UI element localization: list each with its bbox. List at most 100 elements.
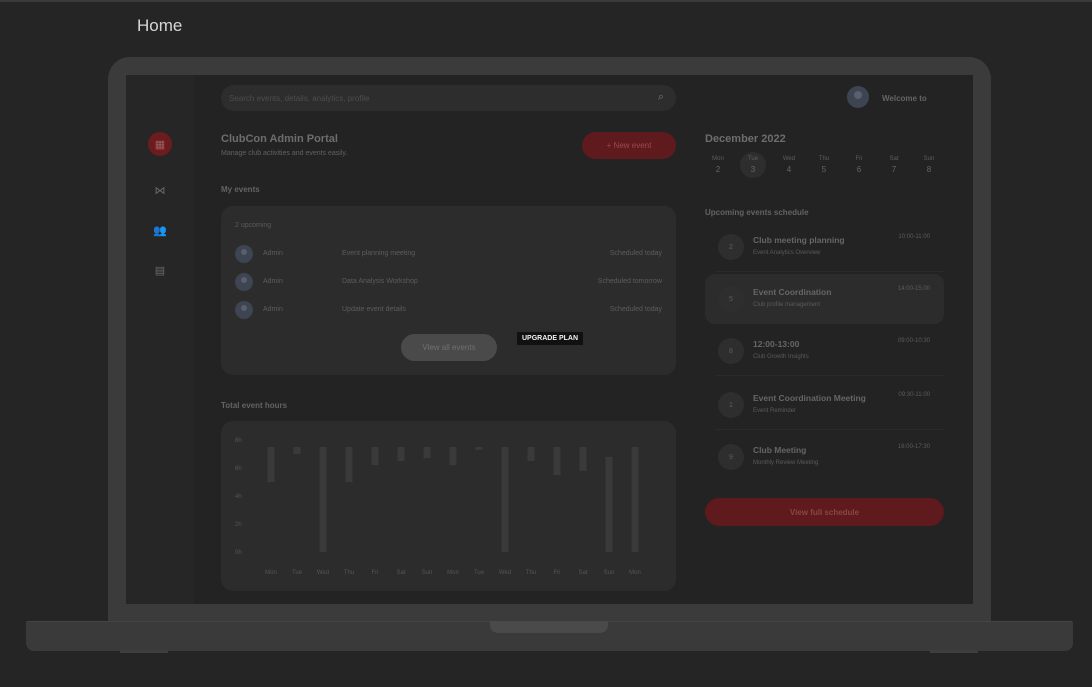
sidebar-item-network[interactable]: ⋈ (148, 178, 172, 202)
chart-bar (267, 447, 275, 482)
top-border (0, 0, 1092, 2)
x-tick-label: Tue (474, 570, 485, 576)
y-tick-label: 0h (235, 550, 242, 556)
event-row[interactable]: Admin Update event details Scheduled tod… (235, 301, 662, 319)
schedule-item[interactable]: 9 Club Meeting Monthly Review Meeting 16:00… (705, 432, 944, 482)
schedule-item-time: 09:00-10:30 (897, 338, 930, 344)
calendar-day-date: 8 (926, 165, 932, 174)
sidebar-item-dashboard[interactable]: ▦ (148, 132, 172, 156)
schedule-item-subtitle: Club profile management (753, 302, 821, 308)
chart-bar (371, 447, 379, 466)
calendar-day-name: Sat (889, 156, 899, 162)
chart-bar (319, 447, 327, 552)
upgrade-plan-button[interactable]: UPGRADE PLAN (517, 332, 584, 345)
schedule-item[interactable]: 2 Club meeting planning Event Analytics Ov… (705, 222, 944, 272)
laptop-screen: ▦ ⋈ 👥 ▤ Search events, details, analytic… (126, 75, 973, 604)
x-tick-label: Mon (265, 570, 277, 576)
sidebar-item-members[interactable]: 👥 (148, 218, 172, 242)
divider (715, 429, 944, 430)
schedule-item[interactable]: 1 Event Coordination Meeting Event Reminde… (705, 380, 944, 430)
event-author: Admin (263, 278, 283, 285)
new-event-button[interactable]: + New event (582, 132, 676, 159)
schedule-item-number: 5 (718, 286, 744, 312)
schedule-heading: Upcoming events schedule (705, 208, 809, 217)
x-tick-label: Tue (292, 570, 303, 576)
my-events-heading: My events (221, 185, 260, 194)
event-row[interactable]: Admin Data Analysis Workshop Scheduled t… (235, 273, 662, 291)
x-tick-label: Sun (422, 570, 433, 576)
x-tick-label: Fri (372, 570, 379, 576)
calendar-icon: ▤ (154, 264, 166, 277)
my-events-card: 2 upcoming Admin Event planning meeting … (221, 206, 676, 375)
calendar-day-date: 5 (821, 165, 827, 174)
calendar-day[interactable]: Sat 7 (881, 152, 907, 178)
schedule-item-title: Club Meeting (753, 445, 807, 455)
schedule-item-number: 1 (718, 392, 744, 418)
event-status: Scheduled tomorrow (597, 278, 662, 285)
laptop-foot (120, 650, 168, 653)
chart-bar (293, 447, 301, 454)
calendar-day[interactable]: Thu 5 (811, 152, 837, 178)
x-tick-label: Thu (526, 570, 536, 576)
event-author: Admin (263, 250, 283, 257)
calendar-day-name: Wed (782, 156, 796, 162)
calendar-day[interactable]: Sun 8 (916, 152, 942, 178)
calendar-day-date: 3 (750, 165, 756, 174)
schedule-item[interactable]: 5 Event Coordination Club profile manageme… (705, 274, 944, 324)
x-tick-label: Mon (629, 570, 641, 576)
view-all-events-button[interactable]: View all events (401, 334, 497, 361)
calendar-day-date: 2 (715, 165, 721, 174)
event-row[interactable]: Admin Event planning meeting Scheduled t… (235, 245, 662, 263)
calendar-day-name: Tue (747, 156, 759, 162)
schedule-item-number: 2 (718, 234, 744, 260)
x-tick-label: Fri (554, 570, 561, 576)
calendar-day-date: 6 (856, 165, 862, 174)
calendar-day-date: 4 (786, 165, 792, 174)
event-name: Update event details (342, 306, 406, 313)
x-tick-label: Thu (344, 570, 354, 576)
schedule-item[interactable]: 8 12:00-13:00 Club Growth Insights 09:00-10… (705, 326, 944, 376)
x-tick-label: Sat (396, 570, 405, 576)
search-icon[interactable]: ⌕ (658, 91, 664, 104)
search-input[interactable]: Search events, details, analytics, profi… (229, 94, 370, 103)
chart-bar (553, 447, 561, 475)
schedule-item-time: 09:30-11:00 (898, 392, 930, 398)
y-tick-label: 4h (235, 494, 242, 500)
chart-svg: 8h 6h 4h 2h 0h Mon Tue Wed Thu Fri Sat Sun Mon Tue Wed… (235, 438, 641, 576)
event-name: Data Analysis Workshop (342, 278, 418, 285)
schedule-item-number: 8 (718, 338, 744, 364)
calendar-day-name: Mon (712, 156, 724, 162)
view-full-schedule-button[interactable]: View full schedule (705, 498, 944, 526)
sidebar: ▦ ⋈ 👥 ▤ (126, 75, 194, 604)
chart-bar (527, 447, 535, 461)
event-hours-chart: 8h 6h 4h 2h 0h Mon Tue Wed Thu Fri Sat Sun Mon Tue Wed… (221, 421, 676, 591)
chart-bar (345, 447, 353, 482)
calendar-day-name: Sun (923, 156, 935, 162)
sidebar-item-calendar[interactable]: ▤ (148, 258, 172, 282)
calendar-day-name: Fri (855, 156, 863, 162)
schedule-item-time: 14:00-15:00 (897, 286, 930, 292)
chart-bar (605, 456, 613, 552)
search-bar[interactable]: Search events, details, analytics, profi… (221, 85, 676, 111)
event-status: Scheduled today (609, 250, 662, 257)
calendar-day[interactable]: Tue 3 (740, 152, 766, 178)
user-avatar[interactable] (847, 86, 869, 108)
schedule-item-time: 10:00-11:00 (898, 234, 930, 240)
schedule-item-subtitle: Event Analytics Overview (753, 250, 821, 256)
calendar-day[interactable]: Mon 2 (705, 152, 731, 178)
schedule-item-title: Event Coordination Meeting (753, 393, 866, 403)
calendar-day-name: Thu (818, 156, 830, 162)
dashboard-icon: ▦ (154, 138, 166, 151)
calendar-day[interactable]: Fri 6 (846, 152, 872, 178)
x-tick-label: Sun (604, 570, 615, 576)
laptop-notch (490, 621, 608, 633)
y-tick-label: 8h (235, 438, 242, 444)
calendar-day[interactable]: Wed 4 (776, 152, 802, 178)
laptop-foot (930, 650, 978, 653)
schedule-item-title: Event Coordination (753, 287, 832, 297)
schedule-item-number: 9 (718, 444, 744, 470)
x-tick-label: Wed (317, 570, 329, 576)
chart-bar (631, 447, 639, 552)
chart-bar (475, 447, 483, 450)
avatar (235, 301, 253, 319)
